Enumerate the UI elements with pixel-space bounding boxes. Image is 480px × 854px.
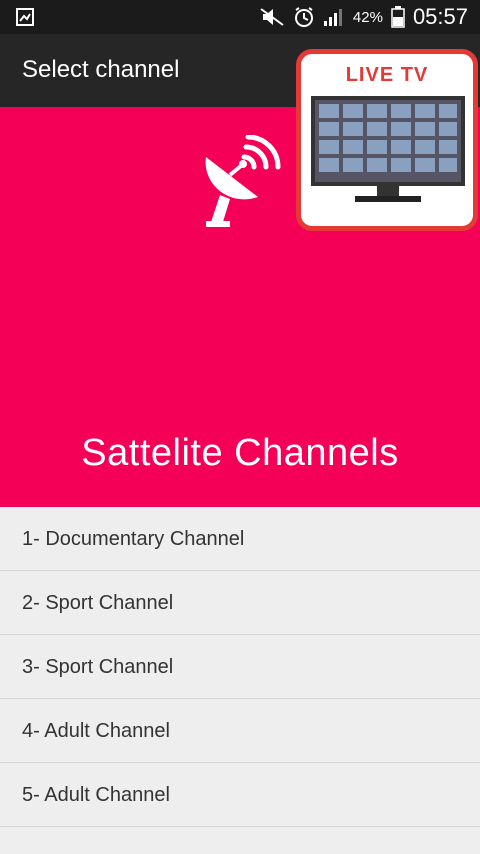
- channel-list: 1- Documentary Channel 2- Sport Channel …: [0, 507, 480, 827]
- channel-label: 2- Sport Channel: [22, 592, 174, 614]
- hero-title: Sattelite Channels: [81, 432, 399, 474]
- channel-label: 4- Adult Channel: [22, 720, 170, 742]
- status-bar: 42% 05:57: [0, 0, 480, 34]
- battery-icon: [391, 6, 405, 28]
- channel-label: 3- Sport Channel: [22, 656, 174, 678]
- signal-icon: [323, 9, 342, 26]
- channel-list-item[interactable]: 1- Documentary Channel: [0, 507, 480, 571]
- satellite-dish-icon: [205, 135, 281, 227]
- tv-icon: [311, 96, 465, 202]
- gallery-icon: [16, 8, 34, 26]
- battery-percent: 42%: [352, 8, 383, 26]
- clock-time: 05:57: [412, 4, 468, 29]
- status-right: 42% 05:57: [259, 4, 468, 30]
- mute-icon: [260, 8, 284, 26]
- channel-list-item[interactable]: 4- Adult Channel: [0, 699, 480, 763]
- alarm-icon: [294, 7, 313, 27]
- toolbar-title: Select channel: [22, 56, 180, 83]
- live-tv-ad-banner[interactable]: LIVE TV: [296, 49, 478, 231]
- live-tv-label: LIVE TV: [345, 64, 429, 86]
- channel-list-item[interactable]: 3- Sport Channel: [0, 635, 480, 699]
- channel-label: 5- Adult Channel: [22, 784, 170, 806]
- channel-label: 1- Documentary Channel: [22, 528, 245, 550]
- channel-list-item[interactable]: 5- Adult Channel: [0, 763, 480, 827]
- channel-list-item[interactable]: 2- Sport Channel: [0, 571, 480, 635]
